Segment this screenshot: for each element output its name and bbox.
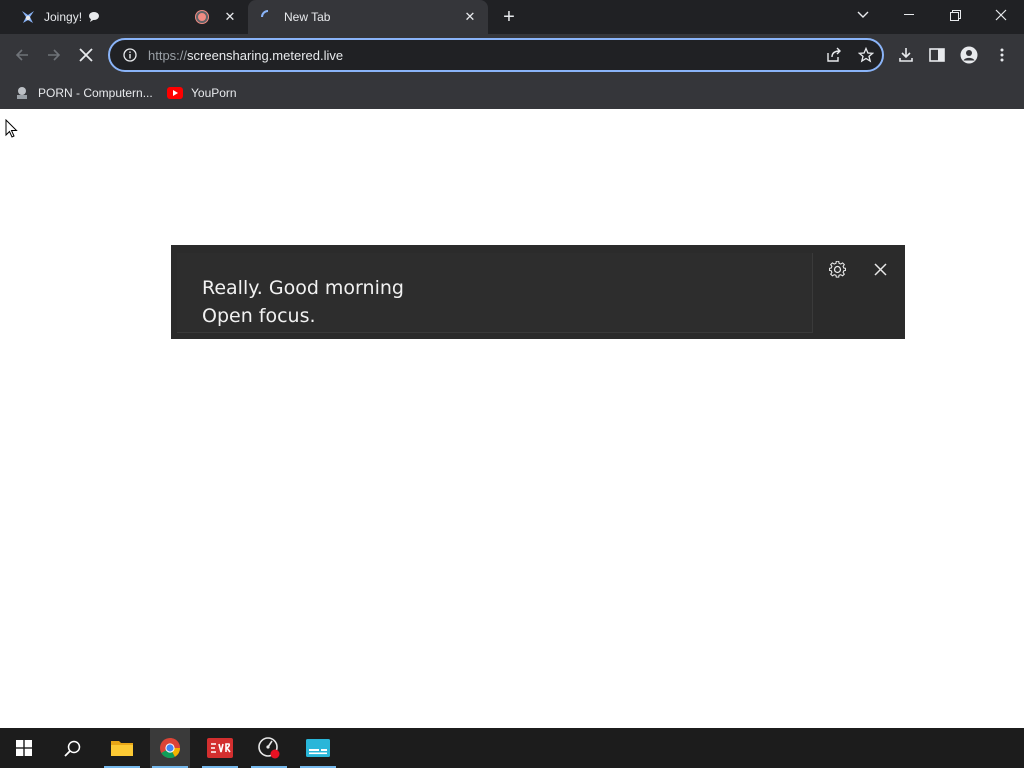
toolbar: https://screensharing.metered.live <box>0 34 1024 76</box>
url-host: screensharing.metered.live <box>187 47 344 63</box>
app-red-icon[interactable] <box>200 728 240 768</box>
bookmark-star-icon[interactable] <box>850 40 882 70</box>
close-window-button[interactable] <box>978 0 1024 30</box>
display-app-icon[interactable] <box>298 728 338 768</box>
search-icon[interactable] <box>52 728 92 768</box>
gear-icon[interactable] <box>826 258 848 280</box>
chat-bubble-icon <box>88 11 100 23</box>
page-content <box>0 109 1024 728</box>
mouse-cursor-icon <box>5 119 18 138</box>
chrome-icon[interactable] <box>150 728 190 768</box>
recording-app-icon[interactable] <box>249 728 289 768</box>
forward-arrow-icon[interactable] <box>41 42 67 68</box>
tab-title: Joingy! <box>44 10 83 24</box>
tab-title: New Tab <box>284 10 331 24</box>
youtube-icon <box>167 85 183 101</box>
download-icon[interactable] <box>893 42 919 68</box>
bookmarks-bar: PORN - Computern... YouPorn <box>0 76 1024 109</box>
recording-indicator-icon <box>196 11 208 23</box>
notification-line-1: Really. Good morning <box>202 277 404 299</box>
side-panel-icon[interactable] <box>924 42 950 68</box>
notification-popup: Really. Good morning Open focus. <box>171 245 905 339</box>
bookmark-favicon-icon <box>14 85 30 101</box>
url-scheme: https:// <box>148 47 188 63</box>
info-icon[interactable] <box>116 48 144 62</box>
profile-icon[interactable] <box>956 42 982 68</box>
kebab-menu-icon[interactable] <box>989 42 1015 68</box>
close-tab-icon[interactable]: ✕ <box>220 7 240 27</box>
bookmark-label: PORN - Computern... <box>38 86 153 100</box>
notification-line-2: Open focus. <box>202 305 316 327</box>
close-icon[interactable] <box>869 258 891 280</box>
notification-body[interactable]: Really. Good morning Open focus. <box>177 253 813 333</box>
restore-button[interactable] <box>932 0 978 30</box>
tab-strip: Joingy! ✕ New Tab ✕ + <box>0 0 1024 34</box>
tab-search-icon[interactable] <box>840 0 886 30</box>
taskbar <box>0 728 1024 768</box>
bookmark-item[interactable]: YouPorn <box>167 81 237 105</box>
loading-spinner-icon <box>260 9 276 25</box>
url-text[interactable]: https://screensharing.metered.live <box>148 48 818 63</box>
windows-start-icon[interactable] <box>4 728 44 768</box>
back-arrow-icon[interactable] <box>9 42 35 68</box>
bookmark-label: YouPorn <box>191 86 237 100</box>
close-tab-icon[interactable]: ✕ <box>460 7 480 27</box>
new-tab-button[interactable]: + <box>498 6 520 28</box>
joingy-icon <box>20 9 36 25</box>
minimize-button[interactable] <box>886 0 932 30</box>
bookmark-item[interactable]: PORN - Computern... <box>14 81 153 105</box>
tab-joingy[interactable]: Joingy! ✕ <box>8 0 248 34</box>
browser-window-frame: Joingy! ✕ New Tab ✕ + https://screenshar… <box>0 0 1024 109</box>
stop-loading-icon[interactable] <box>73 42 99 68</box>
address-bar[interactable]: https://screensharing.metered.live <box>108 38 884 72</box>
file-explorer-icon[interactable] <box>102 728 142 768</box>
tab-new-tab[interactable]: New Tab ✕ <box>248 0 488 34</box>
share-icon[interactable] <box>818 40 850 70</box>
